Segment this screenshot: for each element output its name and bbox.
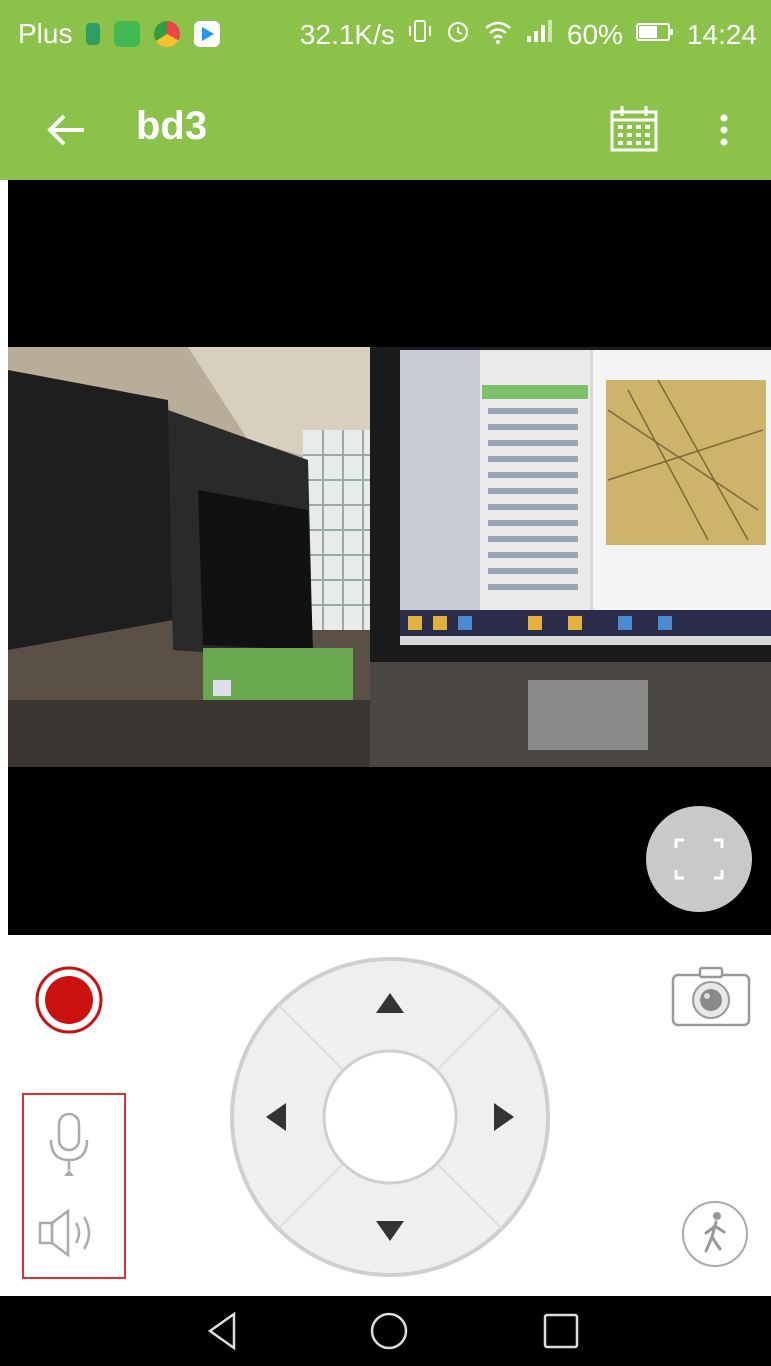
carrier-label: Plus — [18, 18, 73, 49]
more-menu-button[interactable] — [704, 102, 744, 158]
nav-recents-button[interactable] — [538, 1308, 584, 1354]
status-bar-right: 32.1K/s 60% 14:24 — [300, 18, 757, 51]
fullscreen-button[interactable] — [646, 806, 752, 912]
pan-right-button[interactable] — [472, 1087, 532, 1147]
nav-back-button[interactable] — [200, 1308, 246, 1354]
status-bar: Plus 32.1K/s 60% 14:24 — [0, 0, 771, 80]
wifi-icon — [483, 18, 513, 51]
chrome-icon — [154, 21, 181, 47]
alarm-icon — [445, 18, 471, 51]
nav-recents-icon — [543, 1313, 579, 1349]
pan-down-button[interactable] — [360, 1199, 420, 1259]
snapshot-button[interactable] — [670, 965, 752, 1029]
nav-home-button[interactable] — [366, 1308, 412, 1354]
more-vert-icon — [720, 114, 728, 146]
calendar-button[interactable] — [606, 102, 662, 158]
record-button[interactable] — [34, 965, 104, 1035]
play-store-icon — [194, 21, 221, 47]
arrow-up-icon — [376, 993, 404, 1013]
control-panel — [0, 935, 771, 1295]
fullscreen-icon — [674, 838, 724, 880]
signal-icon — [525, 18, 555, 51]
back-button[interactable] — [40, 102, 96, 158]
nav-home-icon — [370, 1312, 408, 1350]
record-icon — [35, 966, 103, 1034]
network-speed: 32.1K/s — [299, 18, 395, 50]
battery-label: 60% — [566, 18, 623, 50]
speaker-icon — [38, 1208, 91, 1258]
clock: 14:24 — [686, 18, 757, 50]
nav-back-icon — [207, 1311, 236, 1351]
dpad-center-button[interactable] — [324, 1051, 456, 1183]
status-bar-left: Plus — [18, 18, 221, 50]
video-feed[interactable] — [8, 180, 771, 935]
app-bar: bd3 — [0, 80, 771, 180]
calendar-icon — [610, 106, 658, 152]
page-title: bd3 — [136, 104, 208, 148]
system-nav-bar — [0, 1296, 771, 1366]
walking-person-icon — [682, 1201, 748, 1267]
arrow-down-icon — [376, 1221, 404, 1241]
arrow-right-icon — [494, 1103, 514, 1131]
microphone-button[interactable] — [44, 1110, 94, 1180]
notification-green-icon — [86, 23, 101, 45]
microphone-icon — [49, 1112, 89, 1176]
notification-shield-icon — [114, 21, 141, 47]
pan-left-button[interactable] — [248, 1087, 308, 1147]
speaker-button[interactable] — [36, 1205, 102, 1261]
motion-detection-button[interactable] — [680, 1199, 750, 1269]
camera-icon — [671, 966, 751, 1027]
vibrate-icon — [407, 18, 433, 51]
arrow-left-icon — [47, 114, 84, 146]
pan-up-button[interactable] — [360, 975, 420, 1035]
battery-icon — [635, 19, 675, 51]
ptz-direction-pad — [228, 955, 552, 1279]
arrow-left-icon — [266, 1103, 286, 1131]
